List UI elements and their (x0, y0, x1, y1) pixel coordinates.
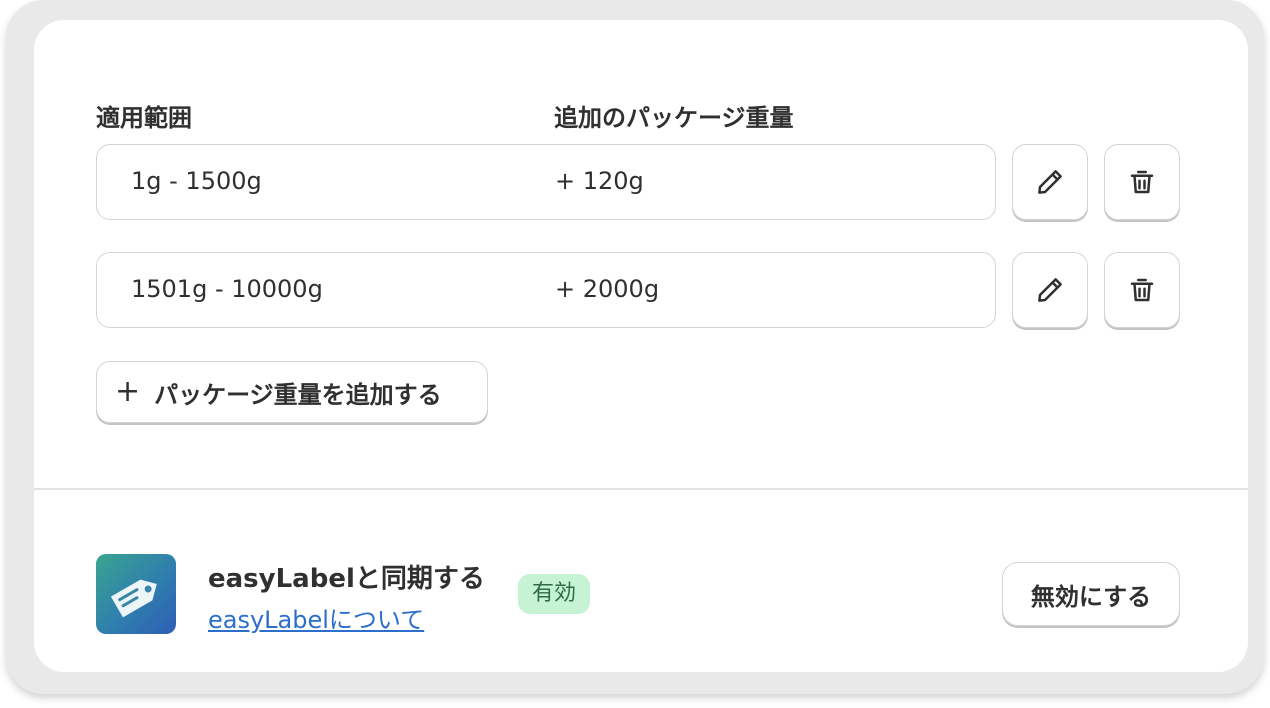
status-badge: 有効 (518, 574, 591, 614)
window-frame: 適用範囲 追加のパッケージ重量 1g - 1500g + 120g 1501g (6, 0, 1264, 694)
settings-card: 適用範囲 追加のパッケージ重量 1g - 1500g + 120g 1501g (34, 20, 1248, 672)
plus-icon: + (115, 374, 141, 409)
add-button-label: パッケージ重量を追加する (154, 380, 442, 409)
trash-icon (1130, 170, 1154, 194)
weight-value: + 120g (555, 167, 644, 195)
edit-button[interactable] (1012, 252, 1088, 328)
delete-button[interactable] (1104, 252, 1180, 328)
range-value: 1501g - 10000g (131, 275, 323, 303)
table-row: 1501g - 10000g + 2000g (96, 252, 996, 328)
disable-button[interactable]: 無効にする (1002, 562, 1180, 626)
about-easylabel-link[interactable]: easyLabelについて (208, 600, 424, 635)
weight-column-header: 追加のパッケージ重量 (554, 104, 794, 132)
delete-button[interactable] (1104, 144, 1180, 220)
edit-button[interactable] (1012, 144, 1088, 220)
add-package-weight-button[interactable]: + パッケージ重量を追加する (96, 361, 488, 423)
trash-icon (1130, 278, 1154, 302)
section-divider (34, 488, 1248, 490)
easylabel-logo (96, 554, 176, 634)
pencil-icon (1038, 278, 1062, 302)
tag-icon (110, 579, 157, 618)
range-value: 1g - 1500g (131, 167, 262, 195)
range-column-header: 適用範囲 (96, 104, 192, 132)
weight-value: + 2000g (555, 275, 660, 303)
table-row: 1g - 1500g + 120g (96, 144, 996, 220)
pencil-icon (1038, 170, 1062, 194)
integration-title: easyLabelと同期する (208, 564, 485, 594)
